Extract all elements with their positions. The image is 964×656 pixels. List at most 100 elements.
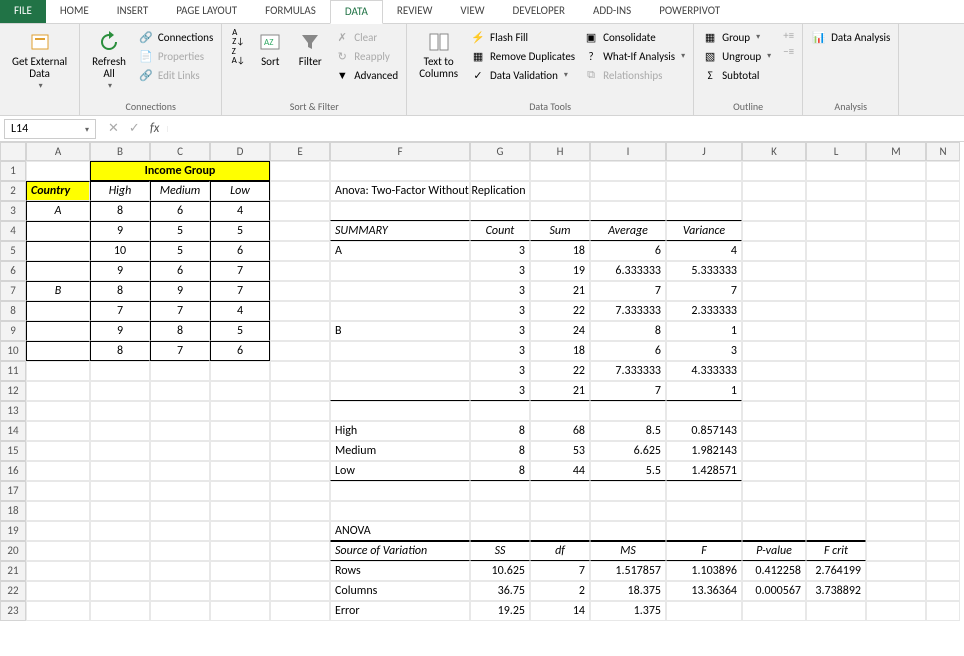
tab-file[interactable]: FILE bbox=[0, 0, 46, 23]
cell[interactable] bbox=[866, 321, 926, 341]
cell[interactable] bbox=[742, 221, 806, 241]
cell[interactable] bbox=[150, 581, 210, 601]
cell[interactable]: 7 bbox=[210, 281, 270, 301]
cell[interactable]: 8 bbox=[470, 421, 530, 441]
cell[interactable]: 53 bbox=[530, 441, 590, 461]
cell[interactable] bbox=[210, 361, 270, 381]
cell[interactable]: 6 bbox=[210, 341, 270, 361]
cell[interactable] bbox=[866, 541, 926, 561]
cell[interactable] bbox=[330, 201, 470, 221]
cell[interactable] bbox=[150, 401, 210, 421]
col-header[interactable]: M bbox=[866, 142, 926, 161]
cell[interactable] bbox=[866, 361, 926, 381]
cell[interactable] bbox=[90, 501, 150, 521]
cell[interactable] bbox=[26, 581, 90, 601]
hide-detail-button[interactable]: −≡ bbox=[781, 44, 796, 59]
cell[interactable]: Medium bbox=[150, 181, 210, 201]
cell[interactable] bbox=[270, 601, 330, 621]
cell[interactable]: Low bbox=[210, 181, 270, 201]
cell[interactable] bbox=[26, 401, 90, 421]
cell[interactable] bbox=[90, 581, 150, 601]
tab-home[interactable]: HOME bbox=[46, 0, 103, 23]
cell[interactable]: 24 bbox=[530, 321, 590, 341]
cell[interactable] bbox=[26, 261, 90, 281]
cell[interactable] bbox=[742, 261, 806, 281]
remove-duplicates-button[interactable]: ▦Remove Duplicates bbox=[468, 47, 577, 65]
cell[interactable] bbox=[270, 381, 330, 401]
cell[interactable]: 3 bbox=[470, 381, 530, 401]
cell[interactable]: F bbox=[666, 541, 742, 561]
row-header[interactable]: 18 bbox=[0, 501, 26, 521]
cell[interactable]: 18 bbox=[530, 341, 590, 361]
cell[interactable]: 5 bbox=[210, 321, 270, 341]
cell[interactable] bbox=[210, 601, 270, 621]
cell[interactable]: ANOVA bbox=[330, 521, 470, 541]
cell[interactable]: Rows bbox=[330, 561, 470, 581]
cell[interactable]: 5.333333 bbox=[666, 261, 742, 281]
cell[interactable] bbox=[806, 481, 866, 501]
cell[interactable]: Sum bbox=[530, 221, 590, 241]
cell[interactable] bbox=[90, 601, 150, 621]
cell[interactable] bbox=[590, 161, 666, 181]
cell[interactable] bbox=[150, 561, 210, 581]
cell[interactable] bbox=[666, 481, 742, 501]
cell[interactable]: 5 bbox=[150, 241, 210, 261]
row-header[interactable]: 13 bbox=[0, 401, 26, 421]
cell[interactable] bbox=[866, 401, 926, 421]
cell[interactable] bbox=[90, 421, 150, 441]
row-header[interactable]: 5 bbox=[0, 241, 26, 261]
cell[interactable]: 21 bbox=[530, 381, 590, 401]
cell[interactable]: 0.000567 bbox=[742, 581, 806, 601]
cell[interactable]: P-value bbox=[742, 541, 806, 561]
cell[interactable] bbox=[150, 461, 210, 481]
cell[interactable] bbox=[806, 261, 866, 281]
cell[interactable]: 36.75 bbox=[470, 581, 530, 601]
cell[interactable]: 3 bbox=[470, 241, 530, 261]
cell[interactable] bbox=[926, 261, 960, 281]
cell[interactable] bbox=[26, 341, 90, 361]
cell[interactable]: 22 bbox=[530, 361, 590, 381]
tab-page-layout[interactable]: PAGE LAYOUT bbox=[162, 0, 251, 23]
cell[interactable]: 3 bbox=[470, 361, 530, 381]
cell[interactable] bbox=[806, 361, 866, 381]
cell[interactable] bbox=[926, 481, 960, 501]
cell[interactable] bbox=[742, 201, 806, 221]
cell[interactable] bbox=[742, 481, 806, 501]
cell[interactable] bbox=[270, 541, 330, 561]
cell[interactable]: A bbox=[26, 201, 90, 221]
cell[interactable] bbox=[806, 241, 866, 261]
cell[interactable] bbox=[806, 281, 866, 301]
cell[interactable] bbox=[742, 301, 806, 321]
cell[interactable]: 7 bbox=[150, 301, 210, 321]
cell[interactable] bbox=[806, 521, 866, 541]
cell[interactable] bbox=[530, 481, 590, 501]
cell[interactable]: 19 bbox=[530, 261, 590, 281]
cell[interactable]: 5.5 bbox=[590, 461, 666, 481]
cell[interactable]: 7 bbox=[590, 281, 666, 301]
cell[interactable] bbox=[270, 581, 330, 601]
subtotal-button[interactable]: ΣSubtotal bbox=[700, 66, 773, 84]
cell[interactable] bbox=[742, 181, 806, 201]
cell[interactable] bbox=[666, 181, 742, 201]
cell[interactable]: 1.375 bbox=[590, 601, 666, 621]
cell[interactable]: High bbox=[90, 181, 150, 201]
cell[interactable] bbox=[470, 501, 530, 521]
col-header[interactable]: N bbox=[926, 142, 960, 161]
cell[interactable] bbox=[866, 261, 926, 281]
tab-view[interactable]: VIEW bbox=[446, 0, 498, 23]
cell[interactable] bbox=[926, 341, 960, 361]
cell[interactable] bbox=[866, 561, 926, 581]
row-header[interactable]: 20 bbox=[0, 541, 26, 561]
cell[interactable] bbox=[926, 561, 960, 581]
cell[interactable] bbox=[150, 481, 210, 501]
cell[interactable] bbox=[806, 341, 866, 361]
cell[interactable]: 22 bbox=[530, 301, 590, 321]
col-header[interactable]: C bbox=[150, 142, 210, 161]
cell[interactable] bbox=[150, 601, 210, 621]
cell[interactable] bbox=[742, 401, 806, 421]
cell[interactable]: 7 bbox=[210, 261, 270, 281]
cell[interactable] bbox=[26, 381, 90, 401]
cell[interactable] bbox=[270, 521, 330, 541]
cell[interactable] bbox=[330, 481, 470, 501]
cell[interactable] bbox=[330, 281, 470, 301]
